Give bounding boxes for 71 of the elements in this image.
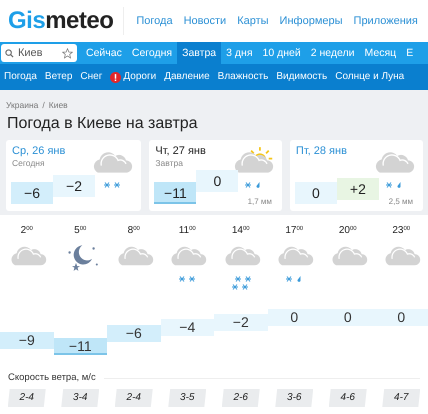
hour-label: 14$^{00}$ — [230, 224, 251, 237]
temperature-bar: −4 — [160, 319, 214, 336]
min-temperature: 0 — [294, 182, 337, 204]
temperature-bar: −6 — [107, 324, 160, 342]
parameter-tab[interactable]: Снег — [76, 64, 106, 90]
parameter-tab[interactable]: Давление — [160, 64, 214, 90]
hour-label: 2$^{00}$ — [20, 224, 34, 237]
hour-label: 20$^{00}$ — [338, 224, 358, 237]
heavy-snow-icon — [230, 275, 252, 291]
breadcrumb-separator: / — [42, 99, 45, 111]
max-temperature: −2 — [53, 174, 95, 197]
period-tab[interactable]: 3 дня — [221, 42, 258, 64]
day-date: Пт, 28 янв — [296, 145, 348, 158]
min-temperature: −6 — [11, 182, 53, 204]
day-date: Чт, 27 янв — [155, 145, 207, 158]
temperature-bar: −2 — [214, 314, 268, 332]
wind-speed-label: Скорость ветра, м/с — [8, 371, 96, 385]
temperature-bar: 0 — [268, 309, 321, 326]
period-tab[interactable]: Месяц — [360, 42, 402, 64]
parameter-tab[interactable]: Ветер — [40, 64, 76, 90]
min-temperature: −11 — [154, 182, 196, 204]
temperature-bar: −11 — [54, 338, 107, 355]
day-card[interactable]: Ср, 26 янв Сегодня −6 −2 — [6, 140, 142, 211]
period-tab[interactable]: Сейчас — [81, 42, 127, 64]
wind-speed: 3-6 — [275, 389, 314, 407]
nav-link[interactable]: Приложения — [354, 12, 418, 30]
nav-link[interactable]: Информеры — [280, 12, 343, 30]
wind-speed: 3-5 — [168, 389, 206, 407]
parameter-tab[interactable]: Погода — [0, 64, 41, 90]
day-card[interactable]: Чт, 27 янв Завтра 1,7 мм −11 0 — [149, 140, 282, 211]
hour-label: 17$^{00}$ — [284, 224, 304, 237]
parameter-tab[interactable]: Видимость — [272, 64, 332, 90]
day-card[interactable]: Пт, 28 янв 2,5 мм 0 +2 — [290, 140, 423, 211]
temperature-bar: 0 — [321, 309, 374, 326]
temperature-bar: 0 — [374, 309, 428, 326]
parameter-tab[interactable]: Дороги — [106, 64, 160, 90]
wind-speed: 2-6 — [222, 389, 260, 407]
search-field[interactable]: Киев — [1, 44, 77, 62]
page-title: Погода в Киеве на завтра — [7, 114, 199, 134]
logo[interactable]: Gismeteo — [8, 9, 114, 33]
breadcrumb-link[interactable]: Украина — [6, 99, 38, 111]
search-icon — [5, 48, 14, 58]
wind-speed: 4-7 — [382, 389, 420, 407]
period-tab[interactable]: 10 дней — [258, 42, 306, 64]
breadcrumb-link[interactable]: Киев — [48, 99, 68, 111]
period-tab[interactable]: Завтра — [177, 42, 222, 64]
period-tab[interactable]: 2 недели — [306, 42, 360, 64]
nav-link[interactable]: Новости — [184, 12, 226, 30]
day-subtitle: Сегодня — [12, 157, 46, 170]
hour-label: 5$^{00}$ — [73, 224, 88, 237]
hour-label: 11$^{00}$ — [178, 224, 197, 237]
hour-label: 23$^{00}$ — [391, 224, 412, 237]
star-icon[interactable] — [62, 48, 73, 58]
wind-speed: 4-6 — [328, 389, 367, 407]
wind-speed: 2-4 — [8, 389, 46, 407]
parameter-tab[interactable]: Солнце и Луна — [331, 64, 408, 90]
temperature-bar: −9 — [0, 332, 54, 350]
period-tab[interactable]: Сегодня — [126, 42, 178, 64]
wind-speed: 2-4 — [114, 389, 153, 407]
day-date: Ср, 26 янв — [12, 145, 66, 158]
precip-amount: 1,7 мм — [248, 196, 272, 208]
nav-link[interactable]: Погода — [136, 12, 173, 30]
day-subtitle: Завтра — [155, 157, 184, 170]
max-temperature: +2 — [336, 178, 379, 200]
period-tab[interactable]: Е — [401, 42, 418, 64]
wind-speed: 3-4 — [61, 389, 100, 407]
parameter-tab[interactable]: Влажность — [214, 64, 272, 90]
hour-label: 8$^{00}$ — [126, 224, 141, 237]
max-temperature: 0 — [196, 170, 238, 192]
nav-link[interactable]: Карты — [237, 12, 269, 30]
precip-amount: 2,5 мм — [388, 196, 413, 208]
